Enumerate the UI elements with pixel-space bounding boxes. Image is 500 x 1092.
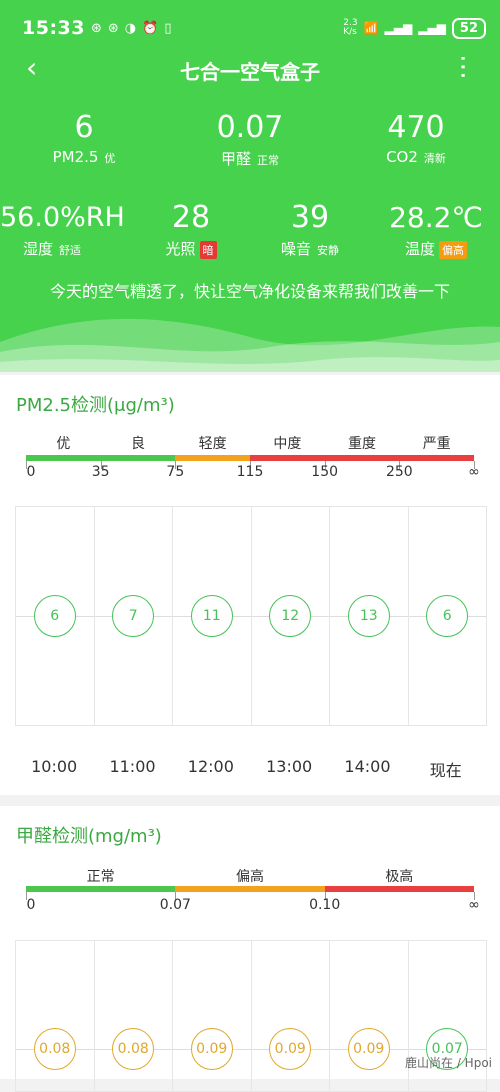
net-speed: 2.3 K/s [343, 18, 358, 37]
level-label: 中度 [273, 436, 302, 452]
battery-icon: 52 [451, 17, 486, 39]
tick-label: 75 [166, 464, 185, 480]
time-label: 12:00 [187, 757, 234, 776]
level-label: 轻度 [198, 436, 227, 452]
value-bubble: 13 [347, 595, 390, 637]
app-icon: ⊛ [107, 20, 119, 36]
more-icon[interactable]: ⋯ [448, 54, 478, 80]
formaldehyde-level-labels: 正常 偏高 极高 [26, 866, 474, 886]
alarm-icon: ⏰ [142, 20, 159, 36]
pm25-section: PM2.5检测(μg/m³) 优 良 轻度 中度 重度 严重 0 35 75 115 150 250… [0, 375, 500, 795]
chart-column: 11 [173, 507, 252, 725]
watermark: 鹿山尚在 / Hpoi [405, 1056, 492, 1070]
chart-column: 6 [409, 507, 487, 725]
clock: 15:33 [22, 17, 85, 39]
value-bubble: 0.09 [190, 1028, 233, 1070]
signal-icon: ▂▄▆ [384, 21, 413, 35]
formaldehyde-section: 甲醛检测(mg/m³) 正常 偏高 极高 0 0.07 0.10 ∞ 0.08 0.08 0.… [0, 806, 500, 1092]
pm25-time-axis: 10:00 11:00 12:00 13:00 14:00 现在 [15, 757, 485, 781]
metric-temperature: 28.2℃ 温度 偏高 [389, 201, 483, 259]
level-label: 正常 [86, 869, 115, 885]
metric-formaldehyde: 0.07 甲醛 正常 [216, 110, 284, 168]
temperature-status-tag: 偏高 [439, 241, 467, 259]
value-bubble: 0.09 [347, 1028, 390, 1070]
time-label: 现在 [429, 761, 462, 780]
app-icon: ◑ [124, 20, 137, 36]
wifi-icon: 📶 [363, 21, 379, 35]
pm25-scale-values: 0 35 75 115 150 250 ∞ [26, 464, 480, 482]
value-bubble: 7 [112, 595, 155, 637]
chart-column: 0.09 [330, 941, 409, 1091]
pm25-title: PM2.5检测(μg/m³) [16, 395, 175, 416]
air-summary-panel: 15:33 ⊛ ⊛ ◑ ⏰ ▯ 2.3 K/s 📶 ▂▄▆ ▂▄▆ 52 ‹ 七… [0, 0, 500, 372]
metric-noise: 39 噪音 安静 [280, 200, 339, 258]
level-label: 偏高 [235, 869, 264, 885]
level-label: 极高 [385, 869, 414, 885]
formaldehyde-scale-values: 0 0.07 0.10 ∞ [26, 897, 480, 915]
light-status-tag: 暗 [199, 241, 217, 259]
status-bar: 15:33 ⊛ ⊛ ◑ ⏰ ▯ 2.3 K/s 📶 ▂▄▆ ▂▄▆ 52 [22, 12, 486, 44]
level-label: 重度 [348, 436, 377, 452]
chart-column: 7 [95, 507, 173, 725]
level-label: 良 [131, 436, 145, 452]
level-label: 优 [56, 436, 71, 452]
app-icon: ⊛ [90, 20, 102, 36]
value-bubble: 11 [190, 595, 233, 637]
wave-decoration [0, 318, 500, 372]
value-bubble: 0.08 [33, 1028, 76, 1070]
value-bubble: 0.09 [269, 1028, 312, 1070]
vibrate-icon: ▯ [164, 20, 172, 36]
air-quality-notice: 今天的空气糟透了，快让空气净化设备来帮我们改善一下 [49, 282, 450, 301]
pm25-level-labels: 优 良 轻度 中度 重度 严重 [26, 433, 474, 453]
chart-column: 0.08 [95, 941, 173, 1091]
time-label: 10:00 [31, 757, 78, 776]
tick-label: 115 [236, 464, 264, 480]
time-label: 14:00 [344, 757, 391, 776]
app-bar: ‹ 七合一空气盒子 ⋯ [0, 50, 500, 90]
page-title: 七合一空气盒子 [180, 60, 320, 84]
chart-column: 6 [16, 507, 95, 725]
metric-light: 28 光照暗 [136, 200, 246, 259]
tick-label: 0.10 [309, 897, 341, 913]
formaldehyde-title: 甲醛检测(mg/m³) [16, 826, 162, 847]
tick-label: ∞ [468, 464, 480, 480]
metric-pm25: 6 PM2.5 优 [52, 110, 116, 166]
chart-column: 0.08 [16, 941, 95, 1091]
value-bubble: 6 [33, 595, 76, 637]
time-label: 13:00 [266, 757, 313, 776]
value-bubble: 6 [426, 595, 469, 637]
level-label: 严重 [422, 436, 451, 452]
tick-label: ∞ [468, 897, 480, 913]
tick-label: 0 [26, 464, 36, 480]
time-label: 11:00 [109, 757, 156, 776]
metric-co2: 470 CO2 清新 [386, 110, 446, 166]
tick-label: 0.07 [159, 897, 191, 913]
tick-label: 150 [311, 464, 339, 480]
signal-icon: ▂▄▆ [418, 21, 446, 35]
chart-column: 0.09 [252, 941, 330, 1091]
tick-label: 0 [26, 897, 36, 913]
tick-label: 35 [91, 464, 110, 480]
metric-humidity: 56.0%RH 湿度 舒适 [0, 202, 125, 258]
value-bubble: 12 [269, 595, 312, 637]
tick-label: 250 [385, 464, 413, 480]
chart-column: 13 [330, 507, 409, 725]
pm25-history-chart: 6 7 11 12 13 6 [15, 506, 487, 726]
chart-column: 12 [252, 507, 330, 725]
chart-column: 0.09 [173, 941, 252, 1091]
notification-icons: ⊛ ⊛ ◑ ⏰ ▯ [91, 21, 172, 36]
value-bubble: 0.08 [112, 1028, 155, 1070]
